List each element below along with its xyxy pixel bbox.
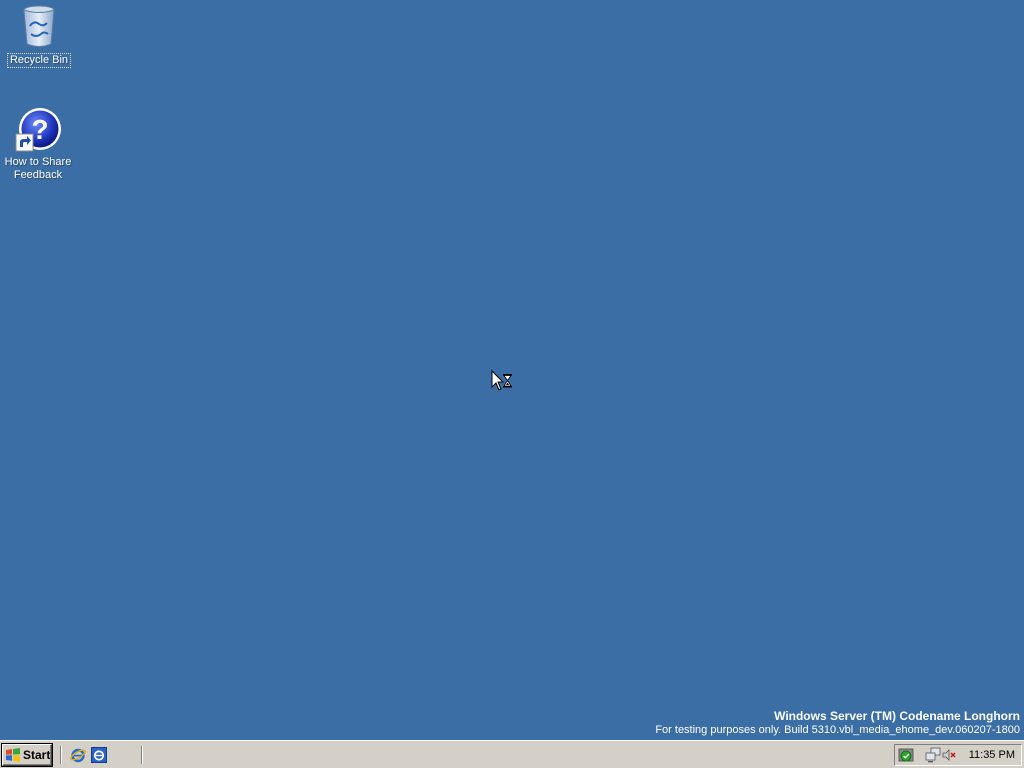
network-icon[interactable] [925, 747, 941, 763]
recycle-bin-icon [15, 2, 63, 50]
taskbar: Start 11:35 PM [0, 740, 1024, 768]
busy-arrow-cursor-icon [491, 369, 515, 394]
start-button[interactable]: Start [2, 744, 52, 766]
internet-explorer-icon[interactable] [70, 747, 86, 763]
desktop-icon-how-to-share-feedback[interactable]: ? How to Share Feedback [1, 106, 75, 183]
svg-text:?: ? [31, 114, 48, 145]
volume-muted-icon[interactable] [941, 747, 957, 763]
build-watermark: Windows Server (TM) Codename Longhorn Fo… [655, 709, 1020, 737]
desktop-icon-label: How to Share Feedback [3, 156, 74, 182]
notification-area: 11:35 PM [894, 744, 1022, 766]
windows-logo-icon [6, 748, 20, 762]
desktop-icon-label: Recycle Bin [6, 53, 72, 68]
start-button-label: Start [23, 748, 51, 762]
desktop-icon-label-line2: Feedback [13, 169, 63, 181]
watermark-subtitle: For testing purposes only. Build 5310.vb… [655, 724, 1020, 736]
security-shield-icon[interactable] [898, 747, 914, 763]
taskbar-separator [141, 746, 143, 764]
help-shortcut-icon: ? [14, 106, 62, 154]
ie-browser-icon[interactable] [91, 747, 107, 763]
desktop[interactable]: Recycle Bin ? How to Share Feedback Wind… [0, 0, 1024, 740]
taskbar-separator [60, 746, 62, 764]
watermark-title: Windows Server (TM) Codename Longhorn [774, 709, 1020, 723]
desktop-icon-recycle-bin[interactable]: Recycle Bin [2, 2, 76, 68]
taskbar-clock[interactable]: 11:35 PM [969, 748, 1015, 762]
desktop-icon-label-line1: How to Share [4, 156, 72, 168]
